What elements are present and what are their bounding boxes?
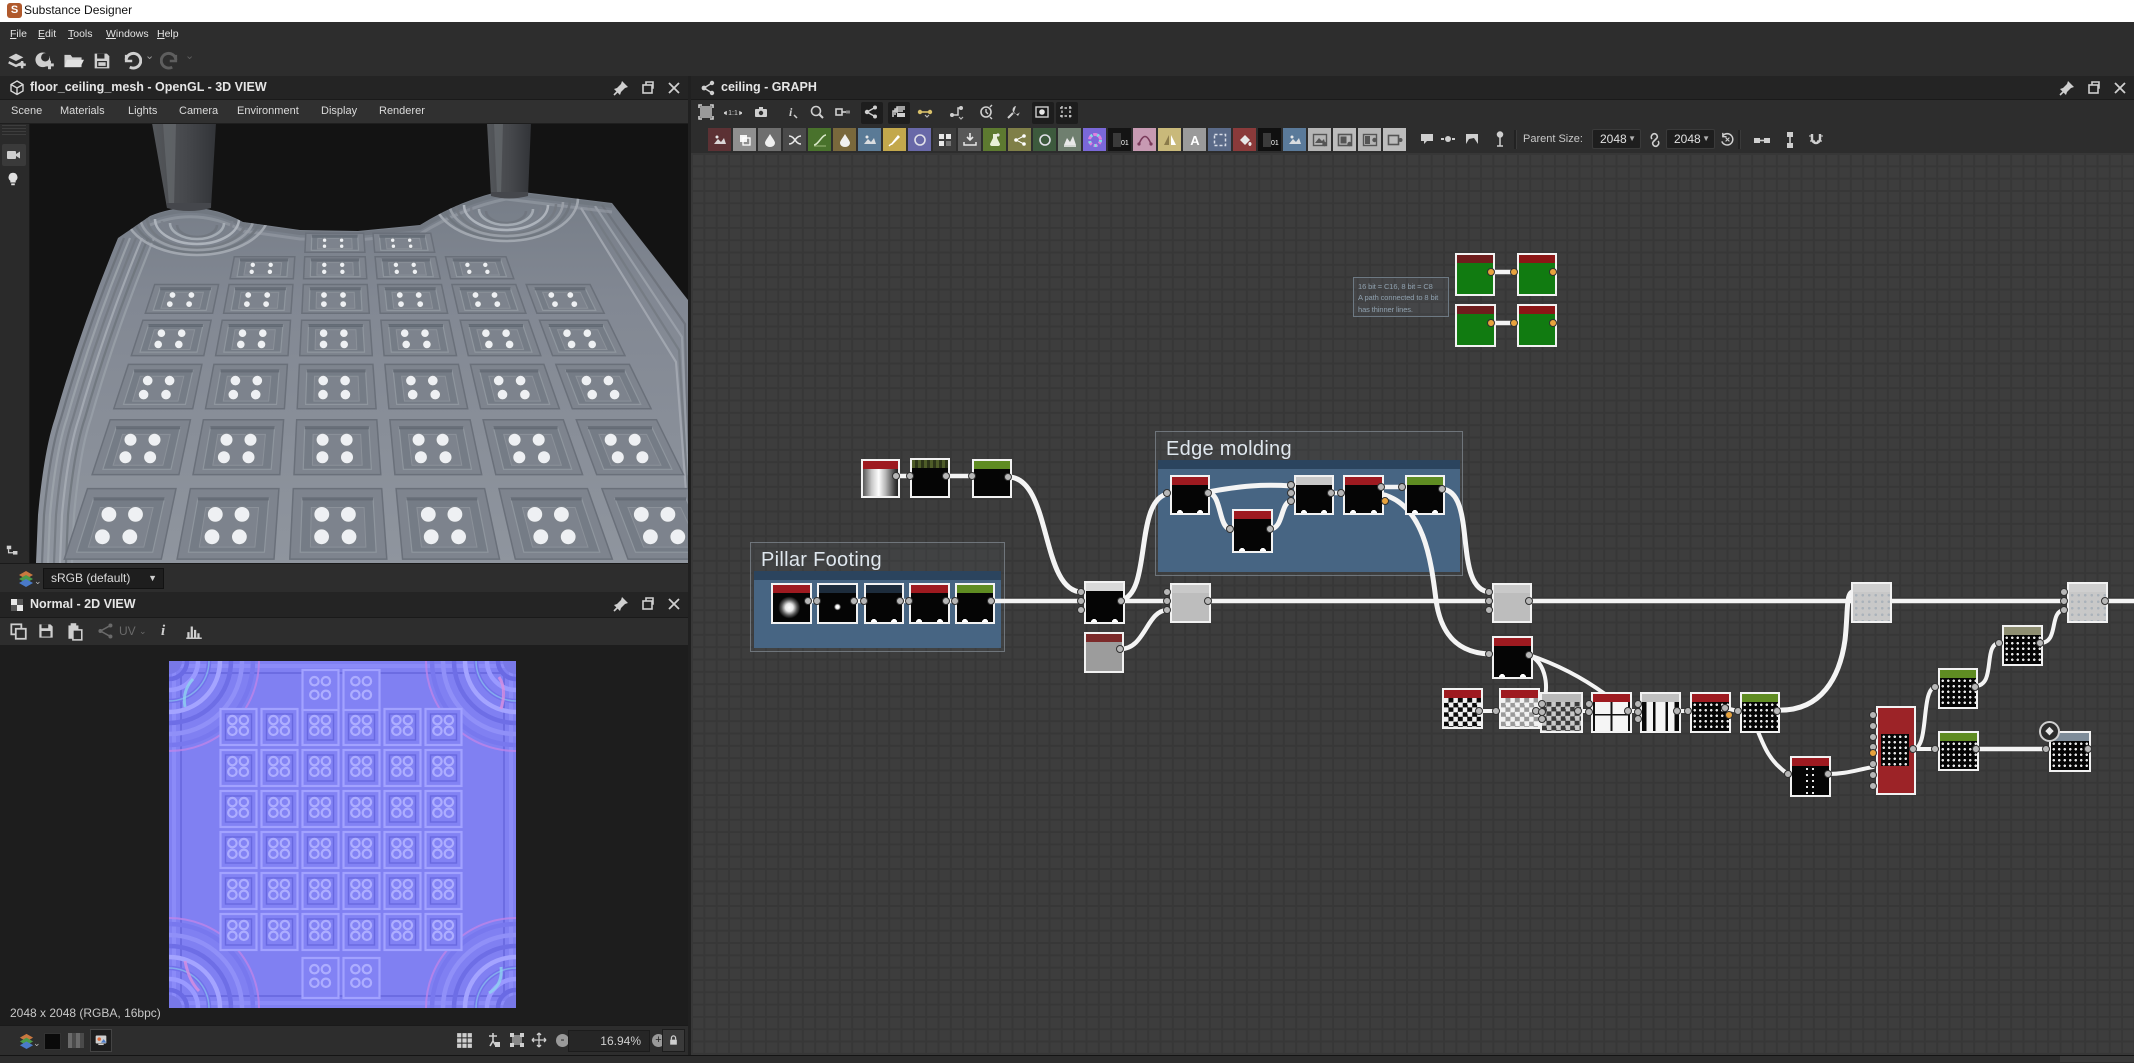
svg-text:A: A bbox=[1190, 133, 1200, 148]
svg-text:01: 01 bbox=[1271, 140, 1279, 147]
svg-text:01: 01 bbox=[1121, 140, 1129, 147]
svg-text:◄1:1►: ◄1:1► bbox=[724, 110, 742, 117]
svg-text:i: i bbox=[789, 105, 793, 119]
